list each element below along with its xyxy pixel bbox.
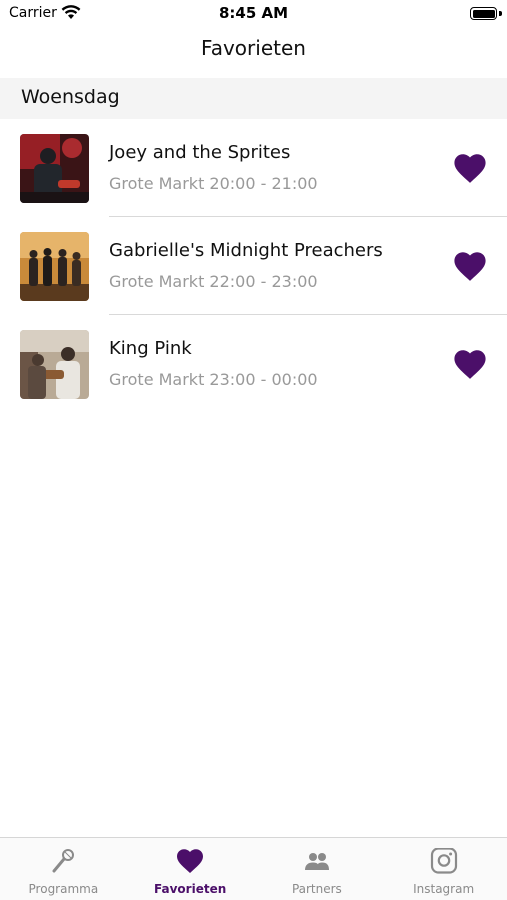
list-item[interactable]: King Pink Grote Markt 23:00 - 00:00 <box>0 315 507 413</box>
favorite-heart-icon[interactable] <box>453 250 487 282</box>
clock: 8:45 AM <box>218 4 289 22</box>
artist-photo <box>20 134 89 203</box>
favorite-heart-icon[interactable] <box>453 152 487 184</box>
favorites-list: Joey and the Sprites Grote Markt 20:00 -… <box>0 119 507 413</box>
list-item[interactable]: Gabrielle's Midnight Preachers Grote Mar… <box>0 217 507 315</box>
act-name: Gabrielle's Midnight Preachers <box>109 240 383 261</box>
section-header: Woensdag <box>0 78 507 119</box>
act-name: King Pink <box>109 338 192 359</box>
instagram-icon <box>430 848 457 874</box>
people-icon <box>304 853 329 870</box>
tab-label: Partners <box>291 882 342 896</box>
act-time: Grote Markt 23:00 - 00:00 <box>109 370 318 389</box>
tab-bar: Programma Favorieten Partners Instagram <box>0 837 507 900</box>
heart-icon <box>177 849 204 873</box>
tab-label: Instagram <box>413 882 475 896</box>
act-time: Grote Markt 20:00 - 21:00 <box>109 174 318 193</box>
tab-label: Programma <box>28 882 99 896</box>
page-title: Favorieten <box>201 36 306 60</box>
artist-photo <box>20 330 89 399</box>
list-item[interactable]: Joey and the Sprites Grote Markt 20:00 -… <box>0 119 507 217</box>
tab-instagram[interactable]: Instagram <box>380 838 507 900</box>
section-title: Woensdag <box>21 86 120 108</box>
artist-photo <box>20 232 89 301</box>
favorite-heart-icon[interactable] <box>453 348 487 380</box>
tab-favorieten[interactable]: Favorieten <box>127 838 254 900</box>
tab-programma[interactable]: Programma <box>0 838 127 900</box>
status-bar: Carrier 8:45 AM <box>0 0 507 30</box>
battery-icon <box>470 7 497 20</box>
act-name: Joey and the Sprites <box>109 142 291 163</box>
tab-label: Favorieten <box>154 882 227 896</box>
microphone-icon <box>52 849 75 873</box>
tab-partners[interactable]: Partners <box>254 838 381 900</box>
act-time: Grote Markt 22:00 - 23:00 <box>109 272 318 291</box>
